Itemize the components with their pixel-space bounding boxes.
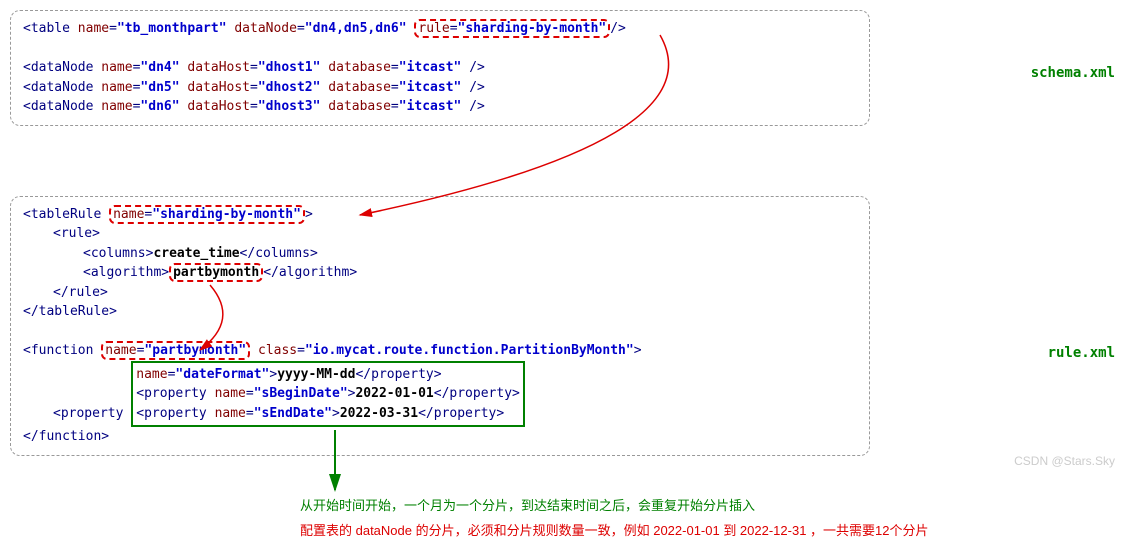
- property-green-box: name="dateFormat">yyyy-MM-dd</property><…: [131, 361, 525, 428]
- code-line: <dataNode name="dn4" dataHost="dhost1" d…: [23, 58, 857, 78]
- rule-highlight: rule="sharding-by-month": [414, 19, 610, 38]
- code-line: <columns>create_time</columns>: [23, 244, 857, 264]
- algorithm-highlight: partbymonth: [169, 263, 263, 282]
- code-line: <property name="dateFormat">yyyy-MM-dd</…: [23, 361, 857, 428]
- code-line: <table name="tb_monthpart" dataNode="dn4…: [23, 19, 857, 39]
- red-annotation: 配置表的 dataNode 的分片，必须和分片规则数量一致，例如 2022-01…: [300, 520, 929, 539]
- code-line: <function name="partbymonth" class="io.m…: [23, 341, 857, 361]
- code-line: </rule>: [23, 283, 857, 303]
- schema-xml-block: <table name="tb_monthpart" dataNode="dn4…: [10, 10, 870, 126]
- code-line: <dataNode name="dn5" dataHost="dhost2" d…: [23, 78, 857, 98]
- rule-file-label: rule.xml: [1048, 345, 1115, 361]
- code-line: </tableRule>: [23, 302, 857, 322]
- watermark: CSDN @Stars.Sky: [1014, 454, 1115, 468]
- function-name-highlight: name="partbymonth": [101, 341, 250, 360]
- schema-file-label: schema.xml: [1031, 65, 1115, 81]
- tablerule-name-highlight: name="sharding-by-month": [109, 205, 305, 224]
- code-line: <algorithm>partbymonth</algorithm>: [23, 263, 857, 283]
- code-line: <rule>: [23, 224, 857, 244]
- code-line: <dataNode name="dn6" dataHost="dhost3" d…: [23, 97, 857, 117]
- code-line: <tableRule name="sharding-by-month">: [23, 205, 857, 225]
- green-annotation: 从开始时间开始，一个月为一个分片，到达结束时间之后，会重复开始分片插入: [300, 495, 755, 514]
- rule-xml-block: <tableRule name="sharding-by-month"> <ru…: [10, 196, 870, 456]
- code-line: </function>: [23, 427, 857, 447]
